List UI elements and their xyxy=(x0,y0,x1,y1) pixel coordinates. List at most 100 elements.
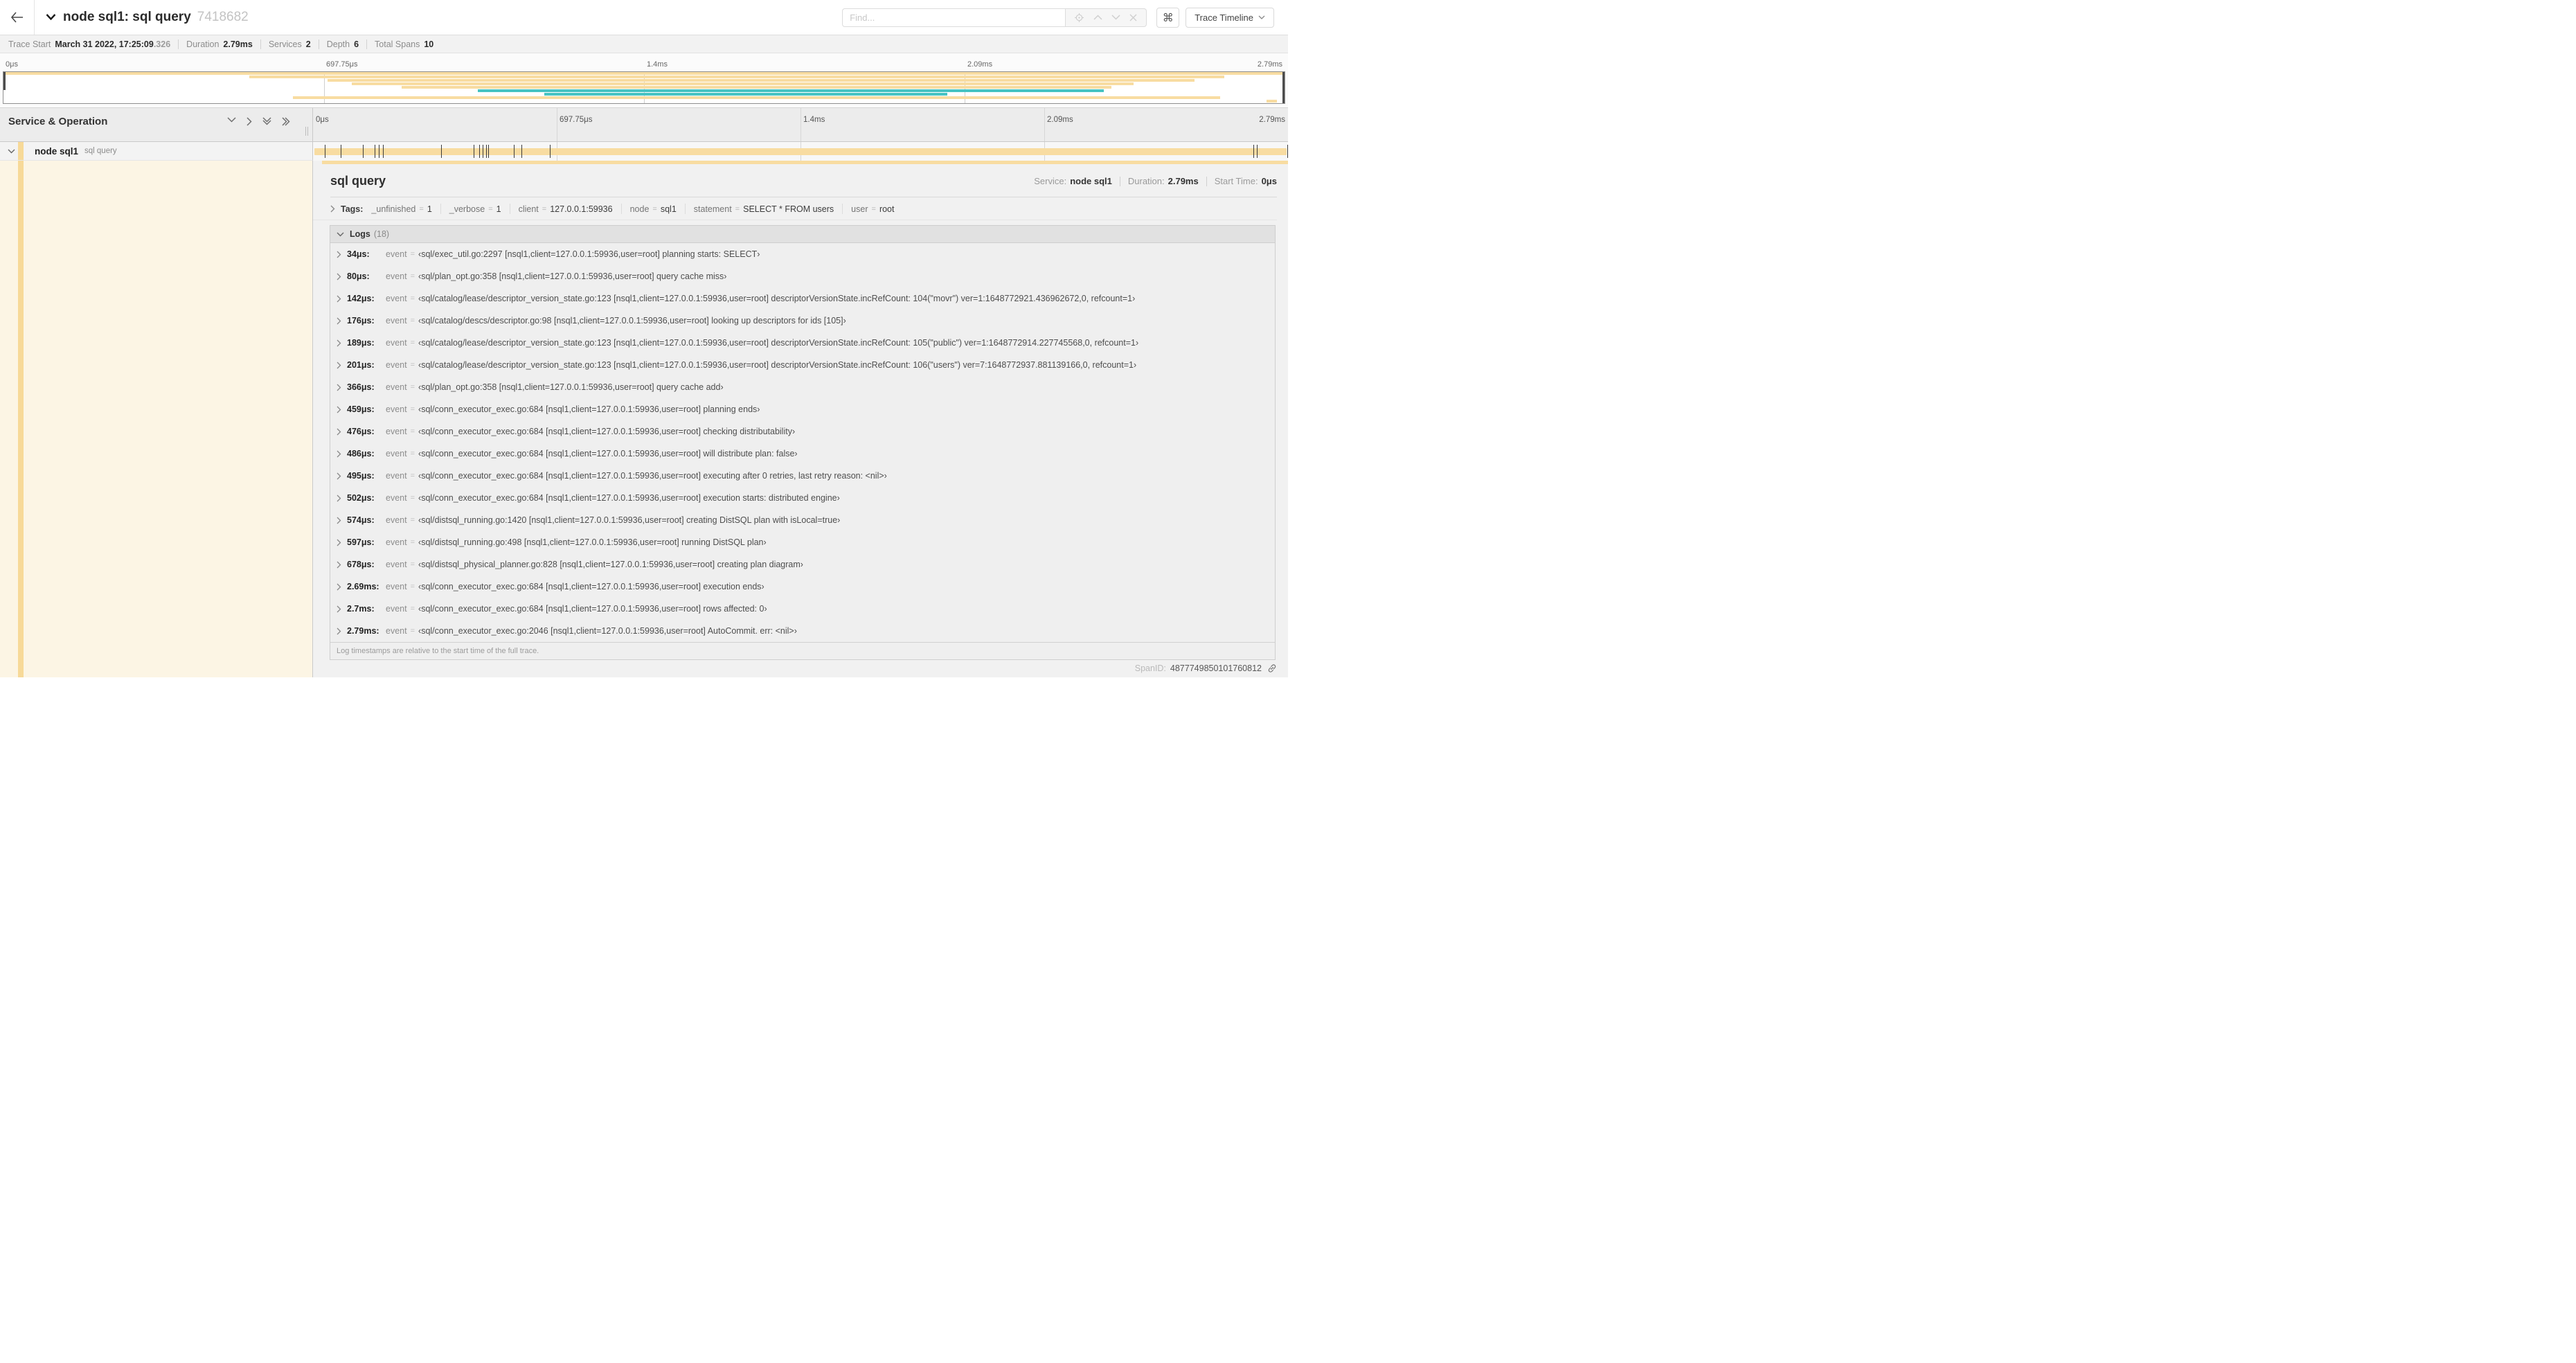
clear-search-icon[interactable] xyxy=(1129,14,1137,21)
minimap-left-scrubber[interactable] xyxy=(3,72,6,91)
tag-item[interactable]: user = root xyxy=(851,204,894,214)
log-expand-chevron-icon[interactable] xyxy=(337,495,341,502)
log-timestamp: 34μs: xyxy=(347,249,370,259)
tags-expand-chevron-icon[interactable] xyxy=(330,205,335,213)
tag-item[interactable]: node = sql1 xyxy=(630,204,677,214)
expand-all-icon[interactable] xyxy=(282,117,290,126)
log-expand-chevron-icon[interactable] xyxy=(337,317,341,325)
log-row[interactable]: 459μs: event = ‹sql/conn_executor_exec.go:6… xyxy=(330,398,1275,420)
logs-collapse-chevron-icon[interactable] xyxy=(337,232,344,237)
tags-row[interactable]: Tags: _unfinished = 1 _verbose = 1 client … xyxy=(313,197,1277,220)
focus-match-icon[interactable] xyxy=(1075,12,1084,22)
meta-separator xyxy=(178,39,179,49)
log-expand-chevron-icon[interactable] xyxy=(337,428,341,436)
log-row[interactable]: 486μs: event = ‹sql/conn_executor_exec.go:6… xyxy=(330,443,1275,465)
minimap-span-row xyxy=(3,96,1285,99)
minimap-span-bar xyxy=(3,72,1285,75)
tag-equals: = xyxy=(488,204,493,213)
logs-title: Logs xyxy=(350,229,370,239)
back-button[interactable] xyxy=(0,0,35,35)
log-marker-tick xyxy=(485,145,487,158)
log-timestamp: 678μs: xyxy=(347,560,375,569)
log-value: ‹sql/distsql_running.go:498 [nsql1,clien… xyxy=(418,537,767,547)
log-row[interactable]: 502μs: event = ‹sql/conn_executor_exec.go:6… xyxy=(330,487,1275,509)
trace-view-selector[interactable]: Trace Timeline xyxy=(1186,7,1274,28)
next-result-icon[interactable] xyxy=(1111,15,1120,20)
log-row[interactable]: 142μs: event = ‹sql/catalog/lease/descripto… xyxy=(330,287,1275,310)
column-resizer[interactable] xyxy=(305,127,308,136)
tags-list: _unfinished = 1 _verbose = 1 client = 127.… xyxy=(371,204,894,214)
log-expand-chevron-icon[interactable] xyxy=(337,406,341,413)
log-expand-chevron-icon[interactable] xyxy=(337,472,341,480)
log-row[interactable]: 2.79ms: event = ‹sql/conn_executor_exec.go:… xyxy=(330,620,1275,642)
log-expand-chevron-icon[interactable] xyxy=(337,384,341,391)
span-duration-bar[interactable] xyxy=(314,148,1287,155)
log-row[interactable]: 80μs: event = ‹sql/plan_opt.go:358 [nsql1,c… xyxy=(330,265,1275,287)
keyboard-shortcuts-button[interactable]: ⌘ xyxy=(1156,7,1180,28)
tag-key: user xyxy=(851,204,868,214)
log-timestamp: 366μs: xyxy=(347,382,375,392)
log-expand-chevron-icon[interactable] xyxy=(337,627,341,635)
log-expand-chevron-icon[interactable] xyxy=(337,295,341,303)
log-expand-chevron-icon[interactable] xyxy=(337,362,341,369)
log-row[interactable]: 189μs: event = ‹sql/catalog/lease/descripto… xyxy=(330,332,1275,354)
log-value: ‹sql/conn_executor_exec.go:2046 [nsql1,c… xyxy=(418,626,797,636)
log-expand-chevron-icon[interactable] xyxy=(337,273,341,280)
log-equals: = xyxy=(410,494,415,502)
log-expand-chevron-icon[interactable] xyxy=(337,583,341,591)
tag-item[interactable]: _unfinished = 1 xyxy=(371,204,431,214)
log-field-name: event xyxy=(386,271,407,281)
trace-timeline-view: node sql1: sql query 7418682 Find... ⌘ T… xyxy=(0,0,1289,682)
log-timestamp: 176μs: xyxy=(347,316,375,326)
log-row[interactable]: 201μs: event = ‹sql/catalog/lease/descripto… xyxy=(330,354,1275,376)
log-expand-chevron-icon[interactable] xyxy=(337,450,341,458)
deep-link-icon[interactable] xyxy=(1267,663,1277,673)
expand-one-icon[interactable] xyxy=(247,117,252,126)
tag-item[interactable]: _verbose = 1 xyxy=(449,204,501,214)
tag-item[interactable]: statement = SELECT * FROM users xyxy=(694,204,834,214)
tag-key: client xyxy=(518,204,539,214)
axis-tick-label: 1.4ms xyxy=(647,60,668,69)
collapse-all-icon[interactable] xyxy=(262,117,271,126)
axis-tick-label: 0μs xyxy=(6,60,18,69)
span-collapse-chevron-icon[interactable] xyxy=(8,149,15,154)
log-field-name: event xyxy=(386,382,407,392)
prev-result-icon[interactable] xyxy=(1093,15,1102,20)
log-equals: = xyxy=(410,472,415,480)
log-expand-chevron-icon[interactable] xyxy=(337,561,341,569)
log-expand-chevron-icon[interactable] xyxy=(337,539,341,546)
log-row[interactable]: 574μs: event = ‹sql/distsql_running.go:1420… xyxy=(330,509,1275,531)
minimap-right-scrubber[interactable] xyxy=(1282,72,1285,103)
log-row[interactable]: 176μs: event = ‹sql/catalog/descs/descripto… xyxy=(330,310,1275,332)
log-row[interactable]: 495μs: event = ‹sql/conn_executor_exec.go:6… xyxy=(330,465,1275,487)
collapse-one-icon[interactable] xyxy=(227,117,236,126)
log-expand-chevron-icon[interactable] xyxy=(337,251,341,258)
log-equals: = xyxy=(410,317,415,325)
log-marker-tick xyxy=(440,145,442,158)
find-input[interactable] xyxy=(842,8,1066,27)
log-expand-chevron-icon[interactable] xyxy=(337,339,341,347)
tag-separator xyxy=(842,204,843,214)
span-row-timeline[interactable] xyxy=(313,142,1289,161)
log-value: ‹sql/conn_executor_exec.go:684 [nsql1,cl… xyxy=(418,471,887,481)
trace-collapse-chevron-icon[interactable] xyxy=(46,11,56,24)
logs-header[interactable]: Logs (18) xyxy=(330,226,1275,243)
span-row-label[interactable]: node sql1 sql query xyxy=(0,142,313,161)
log-expand-chevron-icon[interactable] xyxy=(337,605,341,613)
log-field-name: event xyxy=(386,604,407,614)
log-row[interactable]: 597μs: event = ‹sql/distsql_running.go:498 … xyxy=(330,531,1275,553)
log-field-name: event xyxy=(386,515,407,525)
log-row[interactable]: 2.69ms: event = ‹sql/conn_executor_exec.go:… xyxy=(330,576,1275,598)
log-row[interactable]: 366μs: event = ‹sql/plan_opt.go:358 [nsql1,… xyxy=(330,376,1275,398)
log-marker-tick xyxy=(1253,145,1254,158)
log-expand-chevron-icon[interactable] xyxy=(337,517,341,524)
tag-item[interactable]: client = 127.0.0.1:59936 xyxy=(519,204,613,214)
minimap-canvas[interactable] xyxy=(3,71,1285,104)
log-field-name: event xyxy=(386,449,407,458)
log-timestamp: 142μs: xyxy=(347,294,375,303)
log-row[interactable]: 678μs: event = ‹sql/distsql_physical_planne… xyxy=(330,553,1275,576)
log-row[interactable]: 476μs: event = ‹sql/conn_executor_exec.go:6… xyxy=(330,420,1275,443)
log-timestamp: 486μs: xyxy=(347,449,375,458)
log-row[interactable]: 2.7ms: event = ‹sql/conn_executor_exec.go:6… xyxy=(330,598,1275,620)
log-row[interactable]: 34μs: event = ‹sql/exec_util.go:2297 [nsql1… xyxy=(330,243,1275,265)
